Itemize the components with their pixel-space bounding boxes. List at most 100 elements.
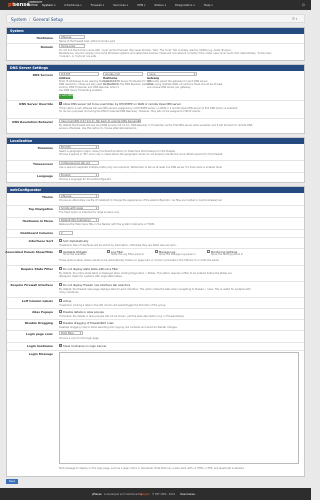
language-row: Language English Choose a language for t… [7, 172, 304, 183]
dns-behavior-row: DNS Resolution Behavior Use local DNS (1… [7, 118, 304, 134]
theme-select[interactable]: pfSense [59, 194, 99, 198]
logout-icon[interactable]: ⏻ [302, 3, 306, 7]
footer-netgate-link[interactable]: Netgate [140, 493, 150, 496]
menu-help[interactable]: Help▾ [204, 0, 213, 10]
left-column-labels-help: If selected, clicking a label in the lef… [59, 303, 166, 307]
timeservers-input[interactable]: 2.pfsense.pool.ntp.org [59, 161, 99, 165]
dns-override-label: DNS Server Override [19, 101, 53, 106]
menu-diagnostics[interactable]: Diagnostics▾ [175, 0, 195, 10]
require-firewall-interface-label: Require Firewall Interface [10, 282, 53, 287]
require-state-filter-text: Do not display state table without a fil… [63, 266, 119, 271]
breadcrumb-general-setup[interactable]: General Setup [33, 17, 63, 22]
language-label: Language [37, 173, 53, 178]
monitoring-settings-help: Show the Settings panel in [211, 253, 244, 256]
top-navigation-select[interactable]: Scrolls with page [59, 206, 99, 210]
footer-copyright: © ESF 2004 - 2024 [152, 492, 175, 496]
dns-servers-label: DNS Servers [32, 72, 53, 77]
menu-firewall[interactable]: Firewall▾ [91, 0, 105, 10]
available-widgets-checkbox[interactable] [59, 250, 62, 253]
chevron-down-icon: ▾ [102, 4, 105, 7]
login-message-textarea[interactable] [59, 352, 299, 464]
language-help: Choose a language for the webConfigurato… [59, 178, 112, 181]
theme-help: Choose an alternative css file (if insta… [59, 199, 222, 202]
timezone-select[interactable]: Etc/UTC [59, 145, 99, 149]
timeservers-help: Use a space to separate multiple hosts (… [59, 166, 223, 169]
domain-row: Domain home.arpa Do not end the domain n… [7, 43, 304, 62]
interfaces-sort-checkbox[interactable] [59, 239, 62, 242]
breadcrumb-system[interactable]: System [11, 17, 27, 22]
top-navbar: pf sense COMMUNITY EDITION System▾ Inter… [0, 0, 311, 10]
disable-dragging-checkbox[interactable] [59, 321, 62, 324]
hostname-menu-help: Replaces the Help menu title in the Navb… [59, 223, 155, 226]
menu-services[interactable]: Services▾ [113, 0, 128, 10]
dns-address-input[interactable]: 8.8.8.8 [59, 72, 99, 76]
help-icon[interactable]: ☰ ? [292, 17, 297, 22]
menu-status[interactable]: Status▾ [154, 0, 166, 10]
menu-system[interactable]: System▾ [42, 0, 55, 10]
language-select[interactable]: English [59, 173, 99, 177]
hostname-input[interactable]: pfSense [59, 35, 85, 39]
dns-gateway-help-3: one unique DNS server per gateway. [147, 86, 191, 89]
chevron-down-icon: ▾ [126, 4, 128, 7]
menu-vpn[interactable]: VPN▾ [137, 0, 145, 10]
monitoring-settings-checkbox[interactable] [207, 250, 210, 253]
dns-override-row: DNS Server Override Allow DNS server lis… [7, 100, 304, 119]
dns-address-help-4: has DNS Query Forwarding enabled. [59, 89, 103, 92]
breadcrumb-separator: / [29, 17, 31, 22]
pfsense-logo[interactable]: pf sense COMMUNITY EDITION [8, 1, 42, 8]
dns-gateway-select[interactable]: none [147, 72, 197, 76]
domain-input[interactable]: home.arpa [59, 44, 85, 48]
login-message-label: Login Message [28, 351, 53, 356]
dns-behavior-help-2: servers otherwise. Use this option to ch… [59, 127, 137, 130]
footer-license-link[interactable]: View license. [180, 493, 196, 496]
hostname-menu-select[interactable]: Default (No hostname) [59, 218, 99, 222]
chevron-down-icon: ▾ [80, 4, 82, 7]
dns-hostname-input[interactable]: google.com [103, 72, 143, 76]
add-dns-server-button[interactable]: + Add DNS Server [59, 94, 73, 102]
timezone-help-2: Choose a special or 'Etc' zone only in c… [59, 153, 223, 156]
available-widgets-help: Show the Available [63, 253, 86, 256]
login-page-color-select[interactable]: Dark Blue [59, 331, 83, 335]
disable-dragging-label: Disable Dragging [24, 320, 53, 325]
localization-panel: Localization Timezone Etc/UTC Select a g… [6, 137, 305, 183]
alias-popups-label: Alias Popups [32, 309, 53, 314]
require-state-filter-checkbox[interactable] [59, 267, 62, 270]
save-button[interactable]: Save [6, 479, 18, 484]
dashboard-columns-label: Dashboard Columns [20, 230, 53, 235]
dns-panel: DNS Server Settings DNS Servers 8.8.8.8 … [6, 64, 305, 134]
top-navigation-help: The fixed option is intended for large s… [59, 211, 120, 214]
footer-developed: is developed and maintained by [104, 492, 143, 496]
interfaces-sort-label: Interfaces Sort [28, 238, 53, 243]
login-message-help: Text message to display on the login pag… [59, 467, 245, 470]
hostname-menu-label: Hostname in Menu [22, 218, 53, 223]
require-firewall-interface-help-1: By default, the firewall rules page disp… [59, 287, 251, 291]
login-hostname-checkbox[interactable] [59, 344, 62, 347]
dns-override-checkbox[interactable] [59, 102, 62, 105]
alias-popups-checkbox[interactable] [59, 310, 62, 313]
top-navigation-label: Top Navigation [28, 206, 53, 211]
webconfigurator-panel: webConfigurator Theme pfSense Choose an … [5, 186, 305, 477]
alias-popups-text: Disable details in alias popups [63, 309, 104, 314]
require-firewall-interface-checkbox[interactable] [59, 283, 62, 286]
manage-log-checkbox[interactable] [155, 250, 158, 253]
breadcrumb: System / General Setup ☰ ? [6, 14, 305, 23]
require-firewall-interface-help-2: many interfaces. [59, 290, 80, 294]
login-hostname-text: Show hostname on login banner [63, 343, 107, 348]
dns-override-help-2: for its own purposes (including the DNS … [59, 110, 201, 113]
require-state-filter-row: Require State Filter Do not display stat… [7, 265, 304, 282]
dashboard-columns-input[interactable]: 2 [59, 230, 73, 235]
chevron-down-icon: ▾ [211, 4, 213, 7]
dns-behavior-label: DNS Resolution Behavior [12, 119, 53, 124]
left-column-labels-checkbox[interactable] [59, 299, 62, 302]
dns-override-text: Allow DNS server list to be overridden b… [63, 101, 181, 106]
interfaces-sort-help: If selected, lists of interfaces will be… [59, 243, 178, 247]
dns-behavior-select[interactable]: Use local DNS (127.0.0.1), fall back to … [59, 119, 141, 123]
system-panel: System Hostname pfSense Name of the fire… [6, 27, 305, 61]
require-state-filter-help-2: displayed. Useful for systems with large… [59, 274, 123, 278]
login-message-row: Login Message Text message to display on… [7, 350, 304, 477]
chevron-down-icon: ▾ [193, 4, 195, 7]
associated-panels-label: Associated Panels Show/Hide [5, 249, 53, 254]
timeservers-label: Timeservers [32, 161, 53, 166]
menu-interfaces[interactable]: Interfaces▾ [64, 0, 81, 10]
log-filter-checkbox[interactable] [107, 250, 110, 253]
